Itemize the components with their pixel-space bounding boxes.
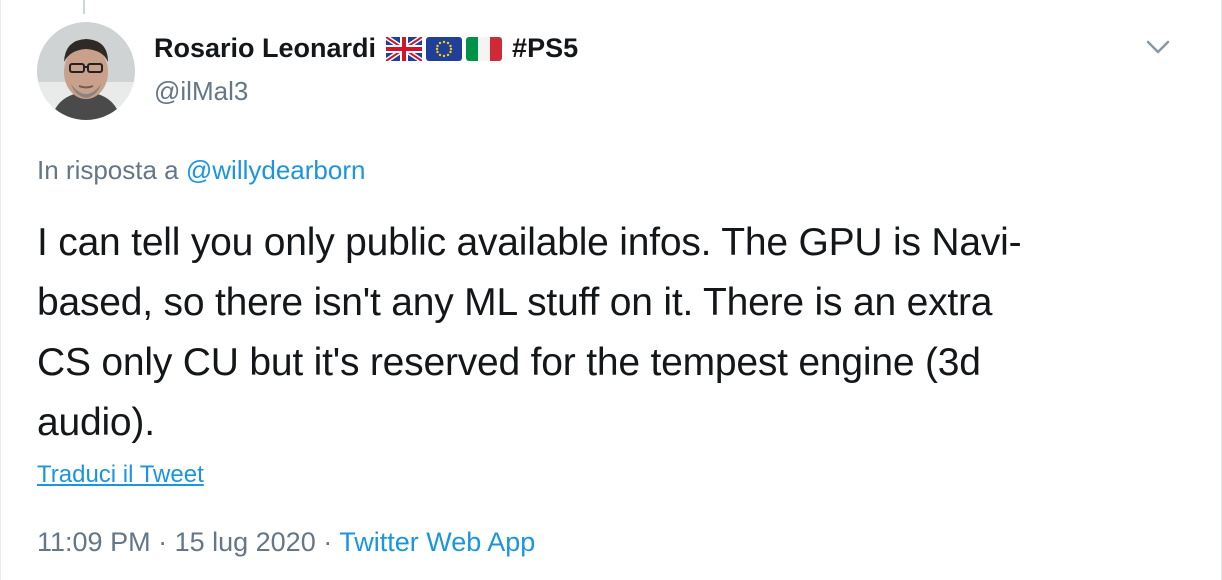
uk-flag-icon (386, 36, 423, 61)
eu-flag-icon (426, 36, 463, 61)
tweet-source-link[interactable]: Twitter Web App (339, 527, 535, 557)
tweet-text: I can tell you only public available inf… (37, 213, 1187, 453)
tweet-time[interactable]: 11:09 PM (37, 527, 151, 557)
chevron-down-icon[interactable] (1144, 36, 1172, 58)
reply-context: In risposta a @willydearborn (37, 155, 365, 186)
reply-prefix: In risposta a (37, 155, 179, 185)
meta-separator: · (150, 527, 175, 557)
author-display-name-row[interactable]: Rosario Leonardi #PS5 (154, 33, 578, 64)
avatar-photo (37, 22, 135, 120)
tweet-date[interactable]: 15 lug 2020 (175, 527, 316, 557)
author-handle[interactable]: @ilMal3 (154, 76, 248, 107)
reply-mention-link[interactable]: @willydearborn (186, 155, 366, 185)
tweet-metadata: 11:09 PM · 15 lug 2020 · Twitter Web App (37, 527, 535, 558)
italy-flag-icon (466, 36, 503, 61)
avatar[interactable] (37, 22, 135, 120)
tweet-text-line: based, so there isn't any ML stuff on it… (37, 281, 993, 324)
author-hashtag: #PS5 (512, 33, 579, 63)
tweet-text-line: CS only CU but it's reserved for the tem… (37, 341, 981, 384)
translate-tweet-link[interactable]: Traduci il Tweet (37, 461, 204, 489)
meta-separator: · (315, 527, 340, 557)
thread-connector-line (83, 0, 85, 14)
tweet-text-line: audio). (37, 401, 155, 444)
tweet-text-line: I can tell you only public available inf… (37, 221, 1022, 264)
author-display-name[interactable]: Rosario Leonardi (154, 33, 376, 64)
tweet-card: Rosario Leonardi #PS5 @ilMal3 In rispost… (0, 0, 1222, 580)
